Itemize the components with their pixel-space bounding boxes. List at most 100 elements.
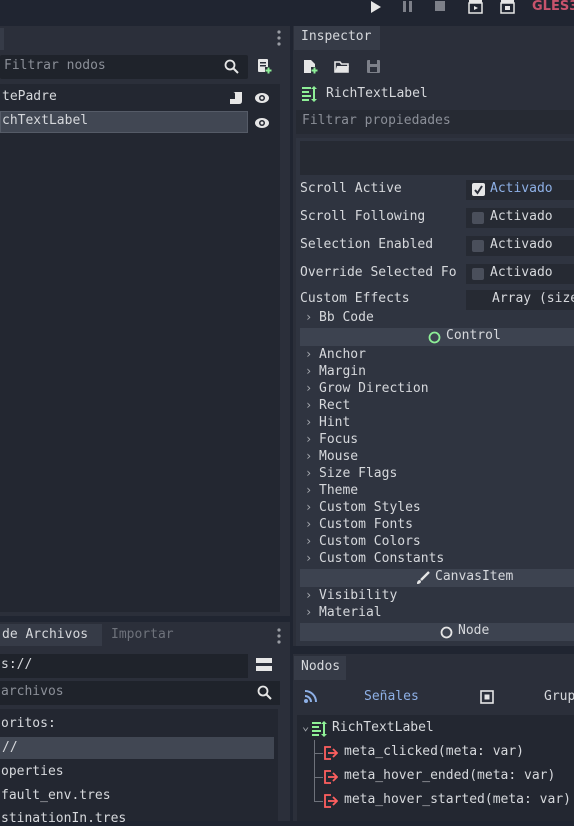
file-item[interactable]: fault_env.tres bbox=[1, 788, 111, 803]
file-search-input[interactable]: archivos bbox=[0, 681, 280, 705]
property-group[interactable]: › Custom Colors bbox=[300, 534, 574, 551]
property-value[interactable]: Activado bbox=[490, 265, 553, 280]
signal-row[interactable]: meta_hover_started(meta: var) bbox=[315, 791, 574, 811]
search-icon bbox=[257, 685, 272, 700]
chevron-right-icon: › bbox=[305, 381, 313, 395]
filesystem-tab-label: de Archivos bbox=[2, 627, 89, 642]
signals-tab[interactable]: Señales bbox=[364, 689, 419, 704]
group-label: Custom Constants bbox=[319, 551, 445, 566]
rich-text-label-icon bbox=[312, 721, 328, 737]
group-label: Custom Fonts bbox=[319, 517, 413, 532]
signal-row[interactable]: meta_clicked(meta: var) bbox=[315, 743, 574, 763]
scene-node-row[interactable]: tePadre bbox=[0, 87, 280, 109]
property-group[interactable]: › Material bbox=[300, 605, 574, 622]
signal-row[interactable]: meta_hover_ended(meta: var) bbox=[315, 767, 574, 787]
property-group[interactable]: › Anchor bbox=[300, 347, 574, 364]
file-item[interactable]: // bbox=[2, 740, 18, 755]
dock-menu-icon[interactable] bbox=[277, 30, 281, 46]
chevron-right-icon: › bbox=[305, 551, 313, 565]
scene-tab[interactable] bbox=[0, 28, 4, 50]
control-icon bbox=[428, 331, 441, 344]
chevron-right-icon: › bbox=[305, 588, 313, 602]
scene-filter-input[interactable]: Filtrar nodos bbox=[0, 55, 248, 79]
property-group[interactable]: › Grow Direction bbox=[300, 381, 574, 398]
group-label: Material bbox=[319, 605, 382, 620]
play-custom-scene-icon[interactable] bbox=[500, 0, 516, 14]
filesystem-tab[interactable]: de Archivos bbox=[0, 624, 102, 646]
play-icon[interactable] bbox=[370, 1, 382, 13]
property-group[interactable]: › Hint bbox=[300, 415, 574, 432]
visibility-eye-icon[interactable] bbox=[254, 92, 270, 104]
signal-class-row[interactable]: ⌄ RichTextLabel bbox=[300, 719, 574, 739]
chevron-right-icon: › bbox=[305, 415, 313, 429]
signal-connect-icon bbox=[324, 770, 338, 784]
property-group[interactable]: › Custom Fonts bbox=[300, 517, 574, 534]
property-group[interactable]: › Margin bbox=[300, 364, 574, 381]
group-label: Mouse bbox=[319, 449, 359, 464]
property-group[interactable]: › Bb Code bbox=[300, 310, 574, 327]
save-icon[interactable] bbox=[366, 59, 381, 74]
chevron-down-icon: ⌄ bbox=[302, 719, 310, 733]
property-group[interactable]: › Focus bbox=[300, 432, 574, 449]
property-row: Scroll Following Activado bbox=[300, 208, 574, 228]
property-name: Scroll Following bbox=[300, 209, 426, 224]
import-tab[interactable]: Importar bbox=[111, 627, 174, 642]
rich-text-label-icon bbox=[302, 86, 318, 102]
pause-icon[interactable] bbox=[402, 1, 414, 13]
section-header-canvasitem[interactable]: CanvasItem bbox=[300, 569, 574, 587]
group-label: Bb Code bbox=[319, 310, 374, 325]
checkbox-unchecked[interactable] bbox=[472, 212, 484, 224]
property-group[interactable]: › Theme bbox=[300, 483, 574, 500]
chevron-right-icon: › bbox=[305, 500, 313, 514]
section-header-control[interactable]: Control bbox=[300, 328, 574, 346]
dock-menu-icon[interactable] bbox=[277, 628, 281, 644]
signal-label: meta_hover_started(meta: var) bbox=[344, 792, 571, 807]
checkbox-checked[interactable] bbox=[472, 183, 486, 197]
array-editor-button[interactable]: Array (size bbox=[492, 291, 574, 306]
chevron-right-icon: › bbox=[305, 347, 313, 361]
section-label: Node bbox=[458, 623, 490, 638]
chevron-right-icon: › bbox=[305, 432, 313, 446]
property-group[interactable]: › Rect bbox=[300, 398, 574, 415]
property-filter-input[interactable]: Filtrar propiedades bbox=[296, 110, 574, 134]
new-resource-icon[interactable] bbox=[303, 59, 318, 75]
signal-class-label: RichTextLabel bbox=[332, 720, 434, 735]
property-group[interactable]: › Visibility bbox=[300, 588, 574, 605]
chevron-right-icon: › bbox=[305, 466, 313, 480]
property-group[interactable]: › Custom Constants bbox=[300, 551, 574, 568]
scene-tree bbox=[0, 84, 280, 612]
checkbox-unchecked[interactable] bbox=[472, 240, 484, 252]
text-property-editor[interactable] bbox=[300, 141, 574, 175]
property-group[interactable]: › Size Flags bbox=[300, 466, 574, 483]
scene-node-row-selected[interactable]: chTextLabel bbox=[0, 111, 248, 133]
property-value[interactable]: Activado bbox=[490, 181, 553, 196]
renderer-label[interactable]: GLES3 bbox=[532, 0, 574, 14]
property-name: Override Selected Fo bbox=[300, 265, 457, 280]
signal-connect-icon bbox=[324, 746, 338, 760]
inspector-tab[interactable]: Inspector bbox=[294, 26, 380, 50]
file-item[interactable]: stinationIn.tres bbox=[1, 811, 126, 826]
play-scene-icon[interactable] bbox=[468, 0, 484, 14]
property-name: Scroll Active bbox=[300, 181, 402, 196]
file-item[interactable]: oritos: bbox=[1, 716, 56, 731]
add-script-icon[interactable] bbox=[256, 58, 272, 75]
section-header-node[interactable]: Node bbox=[300, 623, 574, 641]
node-icon bbox=[440, 626, 453, 639]
visibility-eye-icon[interactable] bbox=[254, 117, 270, 129]
split-mode-icon[interactable] bbox=[256, 657, 272, 673]
open-folder-icon[interactable] bbox=[334, 60, 350, 74]
file-item[interactable]: operties bbox=[1, 764, 64, 779]
section-label: Control bbox=[446, 328, 501, 343]
property-group[interactable]: › Mouse bbox=[300, 449, 574, 466]
script-icon[interactable] bbox=[230, 91, 244, 105]
property-group[interactable]: › Custom Styles bbox=[300, 500, 574, 517]
property-value[interactable]: Activado bbox=[490, 237, 553, 252]
group-label: Custom Styles bbox=[319, 500, 421, 515]
group-label: Grow Direction bbox=[319, 381, 429, 396]
stop-icon[interactable] bbox=[434, 1, 446, 13]
groups-tab[interactable]: Grup bbox=[544, 689, 574, 704]
path-field[interactable]: s:// bbox=[0, 654, 248, 678]
property-value[interactable]: Activado bbox=[490, 209, 553, 224]
node-tab[interactable]: Nodos bbox=[294, 656, 346, 680]
checkbox-unchecked[interactable] bbox=[472, 268, 484, 280]
